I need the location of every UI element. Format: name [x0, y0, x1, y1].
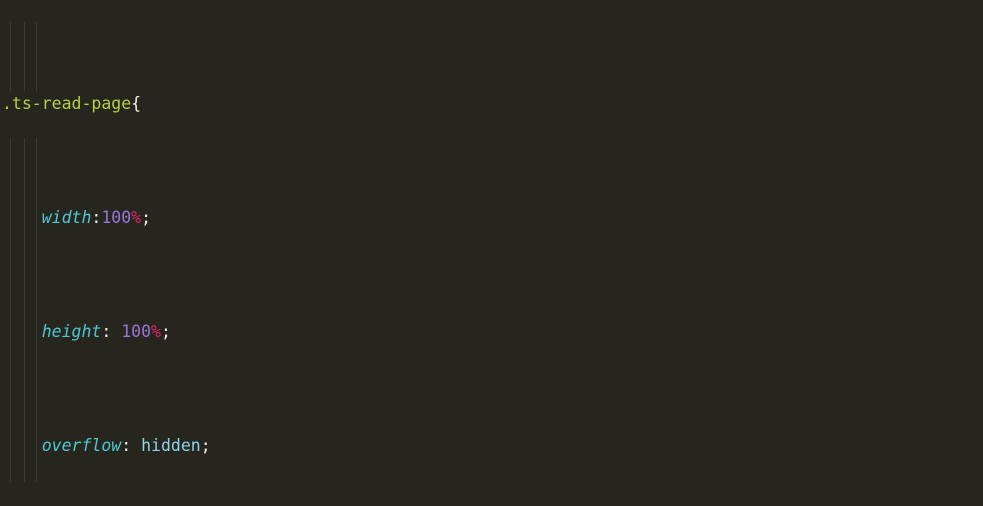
code-editor[interactable]: .ts-read-page{ width:100%; height: 100%;…	[0, 0, 983, 506]
semicolon: ;	[160, 322, 171, 342]
colon: :	[91, 208, 102, 228]
open-brace: {	[131, 94, 142, 114]
code-content[interactable]: .ts-read-page{ width:100%; height: 100%;…	[0, 2, 983, 506]
css-number: 100	[101, 208, 132, 228]
semicolon: ;	[200, 436, 211, 456]
css-value: hidden	[141, 436, 201, 456]
colon: :	[101, 322, 112, 342]
code-line[interactable]: height: 100%;	[0, 321, 983, 344]
css-unit: %	[131, 208, 142, 228]
code-line[interactable]: .ts-read-page{	[0, 93, 983, 116]
css-unit: %	[151, 322, 161, 342]
code-line[interactable]: width:100%;	[0, 207, 983, 230]
css-property-overflow: overflow	[41, 436, 122, 456]
semicolon: ;	[141, 208, 152, 228]
css-property-width: width	[41, 208, 92, 228]
css-property-height: height	[41, 322, 102, 342]
colon: :	[121, 436, 132, 456]
css-selector: .ts-read-page	[2, 94, 132, 114]
code-line[interactable]: overflow: hidden;	[0, 435, 983, 458]
css-number: 100	[121, 322, 152, 342]
